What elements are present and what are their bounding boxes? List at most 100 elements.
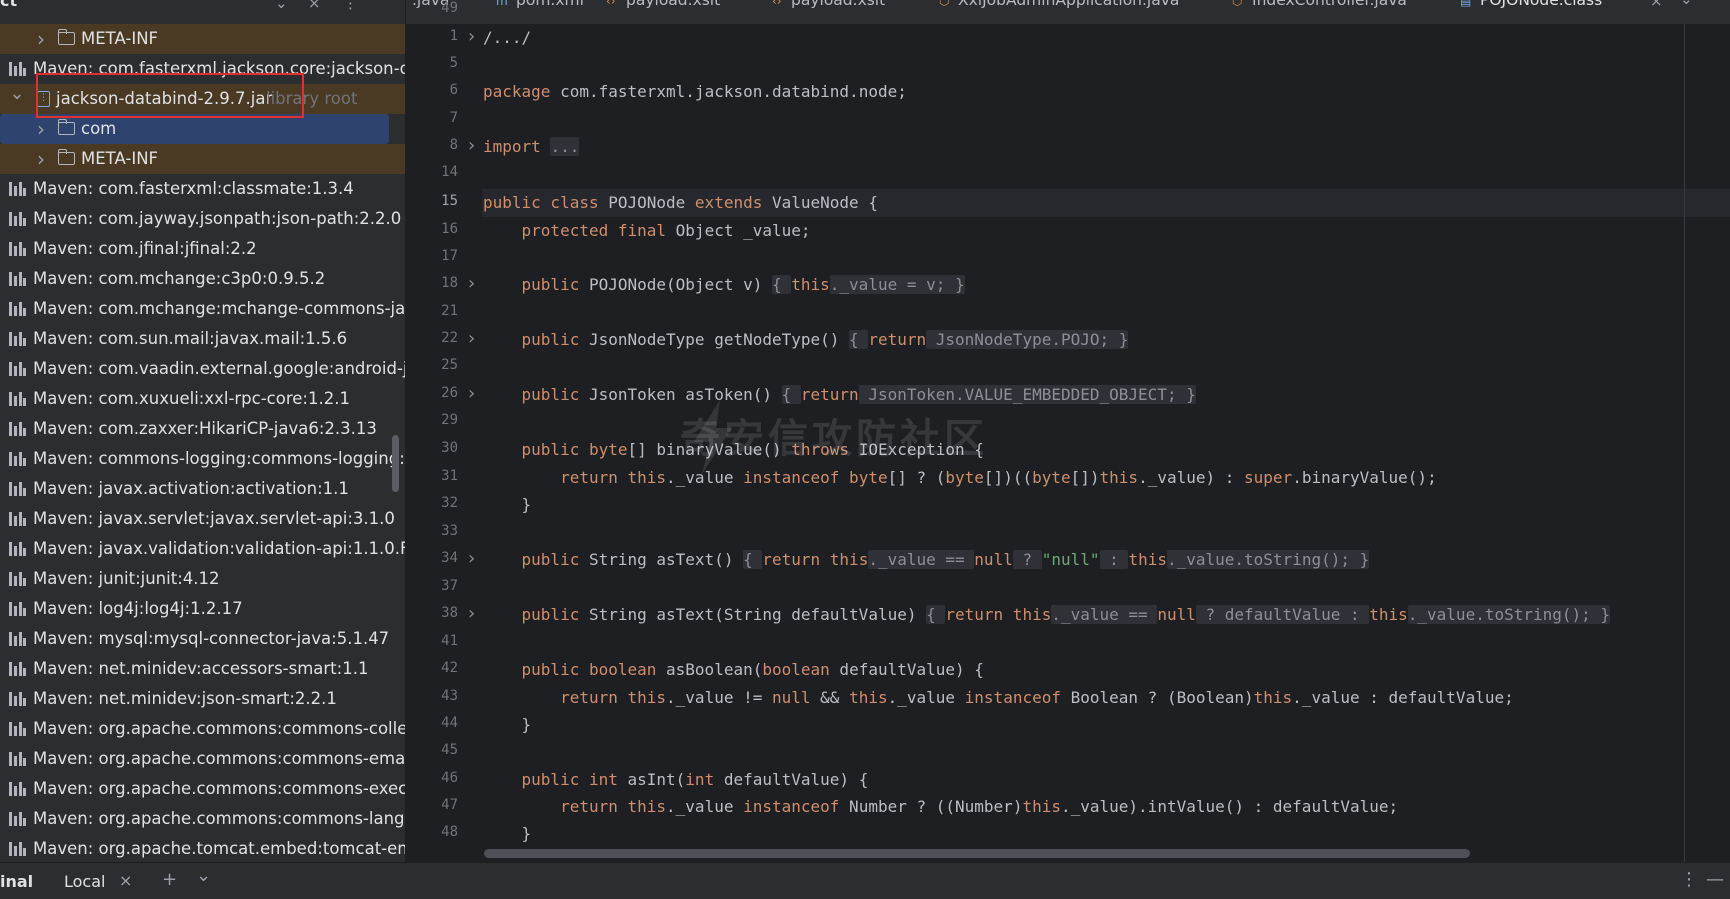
library-icon-bar [14,246,17,256]
tree-row[interactable]: Maven: com.mchange:mchange-commons-java:… [0,294,405,324]
folded-region[interactable]: JsonToken.VALUE_EMBEDDED_OBJECT; } [858,385,1196,404]
keyword-token: this [1099,468,1139,487]
tree-row[interactable]: Maven: org.apache.commons:commons-collec… [0,714,405,744]
tree-row[interactable]: Maven: commons-logging:commons-logging:1… [0,444,405,474]
tree-row[interactable]: Maven: junit:junit:4.12 [0,564,405,594]
code-line[interactable]: } [483,824,532,844]
tree-row[interactable]: › META-INF [0,144,405,174]
fold-chevron-icon[interactable]: › [466,135,477,156]
folded-region[interactable]: ._value == [868,550,975,569]
folded-region[interactable]: ._value == [1051,605,1158,624]
chevron-right-icon[interactable]: › [32,24,50,54]
panel-more-icon[interactable]: ⋮ [343,0,358,12]
fold-chevron-icon[interactable]: › [466,548,477,569]
tree-row[interactable]: Maven: com.jfinal:jfinal:2.2 [0,234,405,264]
code-line[interactable]: } [483,495,532,515]
code-line[interactable]: public String asText() { return this._va… [483,550,1370,570]
folded-region[interactable]: ? [1012,550,1042,569]
keyword-token: package [483,82,551,101]
tree-row[interactable]: Maven: net.minidev:accessors-smart:1.1 [0,654,405,684]
fold-chevron-icon[interactable]: › [466,383,477,404]
panel-options-chevron-icon[interactable]: ⌄ [275,0,288,12]
tree-row[interactable]: Maven: org.apache.tomcat.embed:tomcat-em… [0,834,405,862]
folded-region[interactable]: { [781,385,801,404]
code-line[interactable]: public JsonToken asToken() { return Json… [483,385,1196,405]
panel-close-icon[interactable]: × [308,0,321,12]
code-line[interactable]: /.../ [483,28,531,48]
code-line[interactable]: return this._value instanceof byte[] ? (… [483,468,1437,488]
library-icon-bar [23,368,26,376]
tree-row[interactable]: Maven: com.fasterxml:classmate:1.3.4 [0,174,405,204]
terminal-tab-label[interactable]: inal [0,872,33,891]
minimize-icon[interactable]: — [1706,869,1724,890]
code-line[interactable]: public int asInt(int defaultValue) { [483,770,869,790]
folded-region[interactable]: : [1099,550,1129,569]
more-options-icon[interactable]: ⋮ [1680,869,1698,890]
tree-row[interactable]: › com [0,114,405,144]
code-line[interactable]: package com.fasterxml.jackson.databind.n… [483,82,907,102]
tree-row[interactable]: Maven: org.apache.commons:commons-exec:1… [0,774,405,804]
library-icon-bar [23,248,26,256]
folded-region[interactable]: ._value = v; } [829,275,965,294]
keyword-token: super [1244,468,1293,487]
tab-6[interactable]: POJONode.class [1480,0,1602,9]
tree-row[interactable]: Maven: org.apache.commons:commons-email:… [0,744,405,774]
close-tab-icon[interactable]: × [1650,0,1663,10]
fold-chevron-icon[interactable]: › [466,328,477,349]
tab-3[interactable]: payload.xslt [791,0,885,9]
close-icon[interactable]: × [119,871,132,890]
tab-1[interactable]: pom.xml [516,0,584,9]
folded-region[interactable]: ._value.toString(); } [1407,605,1611,624]
folded-region[interactable]: { [849,330,869,349]
tab-2[interactable]: payload.xslt [626,0,720,9]
tree-row[interactable]: Maven: org.apache.commons:commons-lang3:… [0,804,405,834]
folded-region[interactable]: { [771,275,792,294]
tree-row[interactable]: Maven: javax.validation:validation-api:1… [0,534,405,564]
tree-row[interactable]: Maven: com.jayway.jsonpath:json-path:2.2… [0,204,405,234]
tree-row[interactable]: Maven: javax.servlet:javax.servlet-api:3… [0,504,405,534]
fold-chevron-icon[interactable]: › [466,26,477,47]
code-line[interactable]: public boolean asBoolean(boolean default… [483,660,984,680]
folded-region[interactable]: { [743,550,763,569]
add-tab-icon[interactable]: + [162,869,177,890]
tree-row[interactable]: › META-INF [0,24,405,54]
editor-horizontal-scrollbar[interactable] [484,849,1470,858]
code-line[interactable]: public String asText(String defaultValue… [483,605,1611,625]
tab-5[interactable]: IndexController.java [1252,0,1407,9]
tree-row[interactable]: Maven: net.minidev:json-smart:2.2.1 [0,684,405,714]
chevron-right-icon[interactable]: › [32,114,50,144]
tree-row[interactable]: Maven: com.mchange:c3p0:0.9.5.2 [0,264,405,294]
fold-chevron-icon[interactable]: › [466,273,477,294]
fold-chevron-icon[interactable]: › [466,603,477,624]
tab-list-chevron-icon[interactable]: ⌄ [1680,0,1693,8]
code-line[interactable]: } [483,715,532,735]
tree-row[interactable]: Maven: javax.activation:activation:1.1 [0,474,405,504]
folded-region[interactable]: ._value.toString(); } [1166,550,1370,569]
tree-row[interactable]: Maven: com.vaadin.external.google:androi… [0,354,405,384]
terminal-tab-local[interactable]: Local [64,872,105,891]
code-line[interactable]: return this._value instanceof Number ? (… [483,797,1398,817]
tab-4[interactable]: XxlJobAdminApplication.java [958,0,1179,9]
code-line[interactable]: import ... [483,137,580,157]
keyword-token: public [521,330,580,349]
folded-region[interactable]: ? defaultValue : [1195,605,1370,624]
folded-region[interactable]: ... [550,137,580,156]
tree-row[interactable]: Maven: mysql:mysql-connector-java:5.1.47 [0,624,405,654]
code-line[interactable]: public POJONode(Object v) { this._value … [483,275,965,295]
code-line[interactable]: return this._value != null && this._valu… [483,688,1514,708]
folded-region[interactable]: { [926,605,946,624]
tree-scrollbar[interactable] [392,435,399,492]
code-line[interactable]: public class POJONode extends ValueNode … [483,193,878,213]
tree-row[interactable]: Maven: com.zaxxer:HikariCP-java6:2.3.13 [0,414,405,444]
tree-row[interactable]: Maven: log4j:log4j:1.2.17 [0,594,405,624]
chevron-right-icon[interactable]: › [32,144,50,174]
chevron-down-icon[interactable]: ⌄ [8,84,26,109]
tree-row[interactable]: Maven: com.sun.mail:javax.mail:1.5.6 [0,324,405,354]
project-tree-panel[interactable]: › META-INF Maven: com.fasterxml.jackson.co… [0,0,406,862]
code-line[interactable]: protected final Object _value; [483,221,811,241]
code-line[interactable]: public JsonNodeType getNodeType() { retu… [483,330,1129,350]
tree-row[interactable]: Maven: com.xuxueli:xxl-rpc-core:1.2.1 [0,384,405,414]
library-icon-bar [9,482,12,496]
chevron-down-icon[interactable]: ⌄ [196,865,211,886]
folded-region[interactable]: JsonNodeType.POJO; } [926,330,1129,349]
